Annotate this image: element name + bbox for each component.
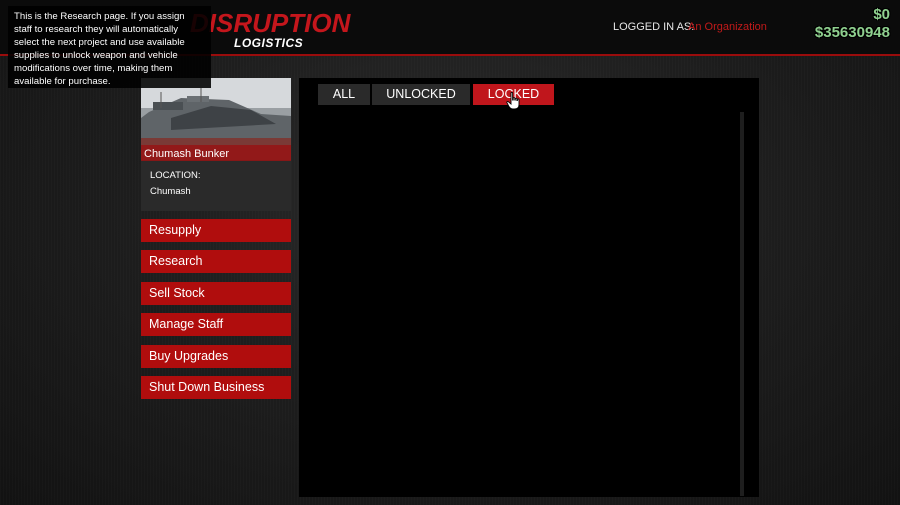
logged-in-label: LOGGED IN AS:	[613, 21, 695, 33]
cash-amount: $0	[873, 6, 890, 23]
list-scrollbar[interactable]	[740, 112, 744, 496]
screen: DISRUPTION LOGISTICS LOGGED IN AS: An Or…	[0, 0, 900, 505]
help-tooltip: This is the Research page. If you assign…	[8, 6, 211, 88]
tab-all[interactable]: ALL	[318, 84, 370, 105]
property-card: Chumash Bunker LOCATION: Chumash	[141, 78, 291, 211]
location-label: LOCATION:	[150, 170, 201, 181]
manage-staff-button[interactable]: Manage Staff	[141, 313, 291, 336]
property-name: Chumash Bunker	[144, 148, 229, 160]
logo-sub-text: LOGISTICS	[234, 36, 304, 50]
logo-main-text: DISRUPTION	[190, 8, 351, 38]
research-list	[318, 112, 743, 496]
buy-upgrades-button[interactable]: Buy Upgrades	[141, 345, 291, 368]
hand-pointer-icon	[506, 92, 520, 110]
location-value: Chumash	[150, 186, 191, 197]
shut-down-business-button[interactable]: Shut Down Business	[141, 376, 291, 399]
research-button[interactable]: Research	[141, 250, 291, 273]
bank-amount: $35630948	[814, 24, 890, 41]
sell-stock-button[interactable]: Sell Stock	[141, 282, 291, 305]
tab-unlocked[interactable]: UNLOCKED	[372, 84, 470, 105]
resupply-button[interactable]: Resupply	[141, 219, 291, 242]
organization-name: An Organization	[688, 21, 767, 33]
